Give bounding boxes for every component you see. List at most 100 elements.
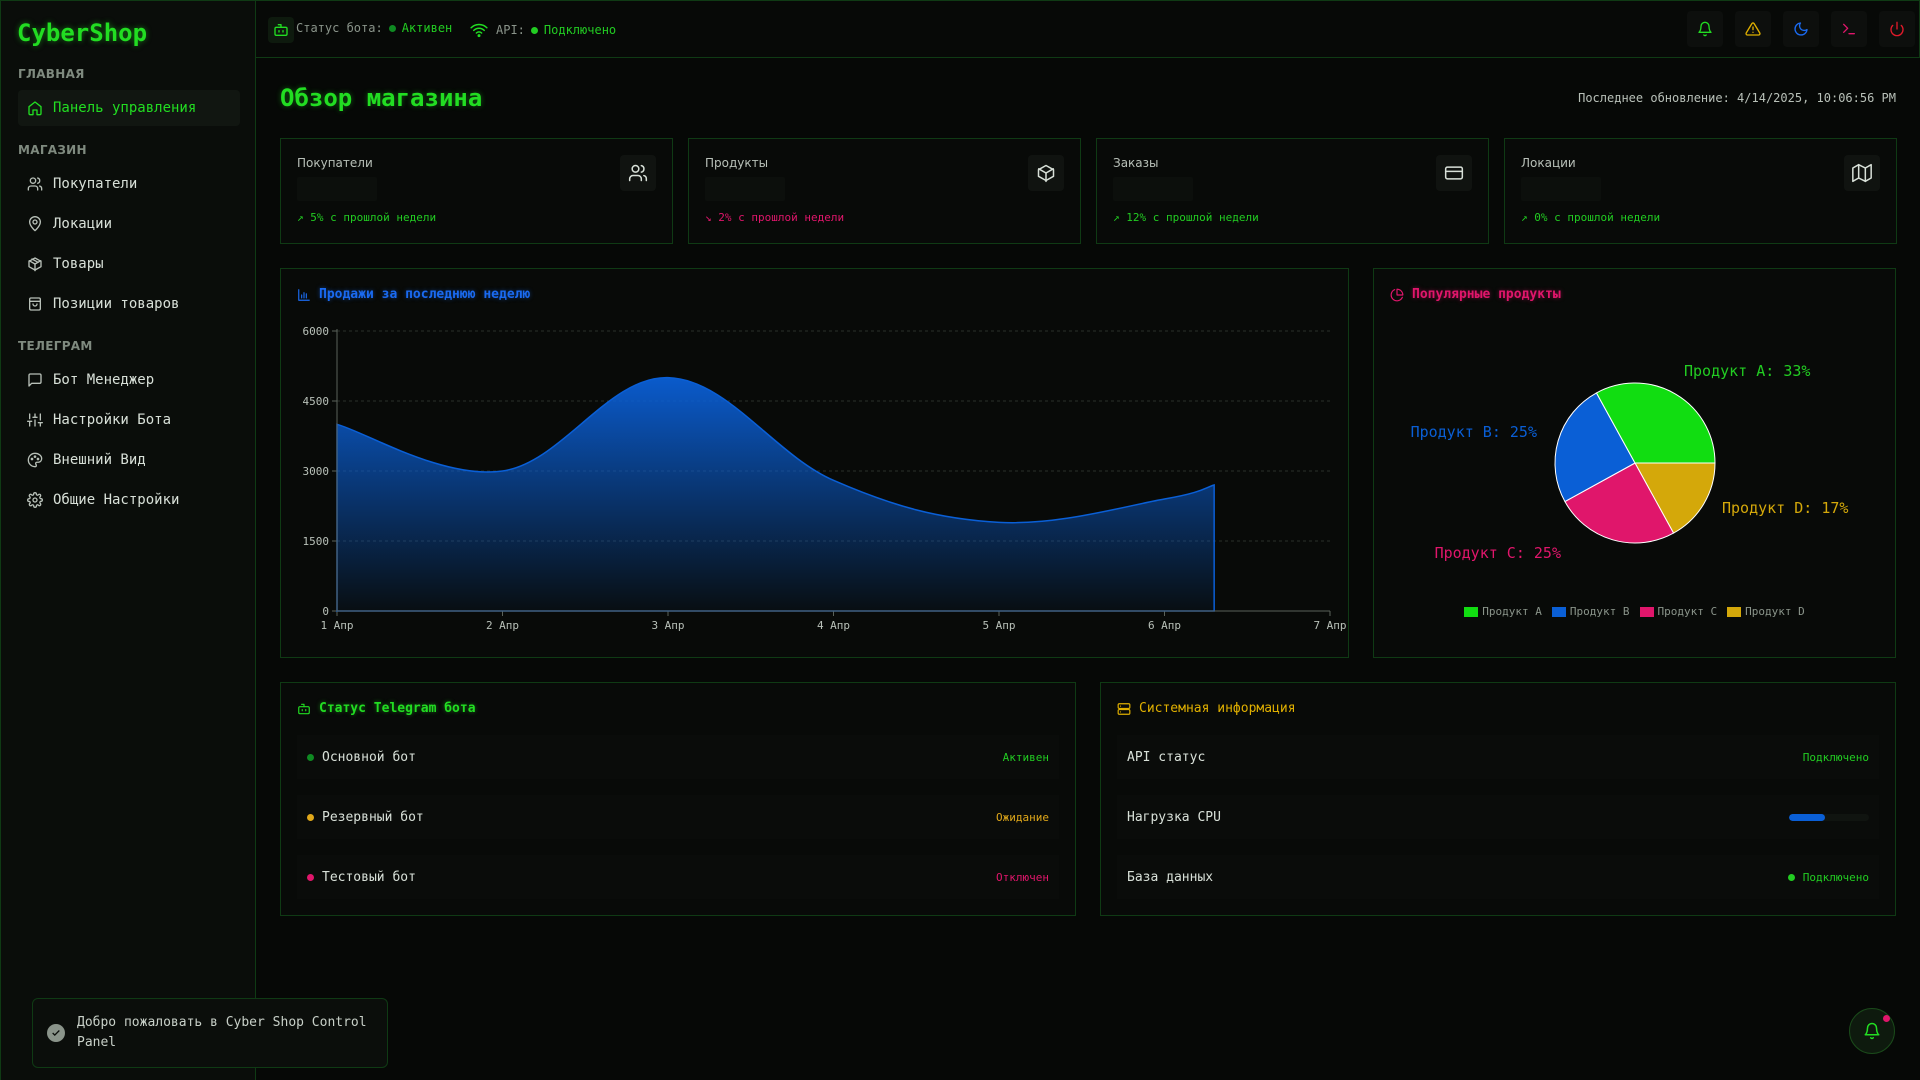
- stat-card-customers[interactable]: Покупатели ↗ 5% с прошлой недели: [280, 138, 673, 244]
- x-tick-label: 7 Апр: [1313, 619, 1346, 632]
- bell-icon: [1864, 1022, 1880, 1040]
- stat-value-placeholder: [705, 177, 785, 201]
- legend-item[interactable]: Продукт D: [1727, 605, 1805, 618]
- check-circle-icon: [47, 1024, 65, 1042]
- sidebar-item-goods[interactable]: Товары: [18, 246, 240, 282]
- arrow-up-right-icon: ↗: [1521, 211, 1535, 224]
- sidebar-section-telegram: ТЕЛЕГРАМ: [18, 339, 93, 353]
- package-icon: [27, 256, 53, 272]
- toast-message: Добро пожаловать в Cyber Shop Control Pa…: [77, 1015, 367, 1050]
- stat-change: ↗ 5% с прошлой недели: [297, 211, 437, 224]
- sidebar-item-appearance[interactable]: Внешний Вид: [18, 442, 240, 478]
- power-button[interactable]: [1879, 11, 1915, 47]
- bot-status: Статус бота: Активен: [296, 21, 452, 35]
- sidebar-item-label: Бот Менеджер: [53, 372, 155, 388]
- sales-area-chart: 0 1500 3000 4500 6000 1 Апр 2 Апр 3 Апр 4 Апр 5 …: [303, 325, 1347, 632]
- arrow-up-right-icon: ↗: [1113, 211, 1127, 224]
- stat-label: Продукты: [705, 156, 769, 170]
- api-status-value: Подключено: [543, 23, 617, 37]
- sidebar-item-dashboard[interactable]: Панель управления: [18, 90, 240, 126]
- theme-toggle-button[interactable]: [1783, 11, 1819, 47]
- legend-swatch: [1639, 606, 1654, 617]
- pie-legend: Продукт A Продукт B Продукт C Продукт D: [1374, 605, 1895, 618]
- sidebar-item-label: Общие Настройки: [53, 492, 180, 508]
- api-status-dot: [530, 26, 538, 34]
- sidebar-item-bot-settings[interactable]: Настройки Бота: [18, 402, 240, 438]
- legend-label: Продукт B: [1569, 605, 1630, 618]
- bot-row-test[interactable]: Тестовый бот Отключен: [297, 855, 1059, 899]
- terminal-button[interactable]: [1831, 11, 1867, 47]
- stat-value-placeholder: [1113, 177, 1193, 201]
- sidebar-item-bot-manager[interactable]: Бот Менеджер: [18, 362, 240, 398]
- server-icon: [1117, 702, 1139, 716]
- x-tick-label: 4 Апр: [817, 619, 850, 632]
- status-badge: Подключено: [1802, 870, 1869, 884]
- bot-row-main[interactable]: Основной бот Активен: [297, 735, 1059, 779]
- last-update-label: Последнее обновление:: [1578, 91, 1730, 105]
- shopping-bag-icon: [27, 296, 53, 312]
- stat-card-orders[interactable]: Заказы ↗ 12% с прошлой недели: [1096, 138, 1489, 244]
- stat-card-products[interactable]: Продукты ↘ 2% с прошлой недели: [688, 138, 1081, 244]
- app-logo[interactable]: CyberShop: [17, 19, 147, 47]
- stat-change: ↘ 2% с прошлой недели: [705, 211, 845, 224]
- credit-card-icon: [1436, 155, 1472, 191]
- legend-item[interactable]: Продукт B: [1551, 605, 1630, 618]
- cpu-progress-bar: [1789, 813, 1869, 821]
- stat-card-locations[interactable]: Локации ↗ 0% с прошлой недели: [1504, 138, 1897, 244]
- sidebar-item-locations[interactable]: Локации: [18, 206, 240, 242]
- status-badge: Ожидание: [996, 810, 1049, 824]
- legend-swatch: [1551, 606, 1566, 617]
- legend-item[interactable]: Продукт C: [1639, 605, 1717, 618]
- floating-notifications-button[interactable]: [1849, 1008, 1895, 1054]
- pie-slice-label: Продукт D: 17%: [1722, 499, 1848, 517]
- notifications-button[interactable]: [1687, 11, 1723, 47]
- sidebar-item-label: Настройки Бота: [53, 412, 172, 428]
- status-dot: [307, 753, 314, 761]
- cpu-progress-fill: [1789, 813, 1825, 821]
- last-update-value: 4/14/2025, 10:06:56 PM: [1737, 91, 1896, 105]
- users-icon: [620, 155, 656, 191]
- bot-icon: [268, 17, 294, 43]
- bot-name: Тестовый бот: [322, 869, 416, 885]
- x-tick-label: 2 Апр: [486, 619, 519, 632]
- map-pin-icon: [27, 216, 53, 232]
- gear-icon: [27, 492, 53, 508]
- sidebar-item-customers[interactable]: Покупатели: [18, 166, 240, 202]
- box-icon: [1028, 155, 1064, 191]
- stat-value-placeholder: [297, 177, 377, 201]
- welcome-toast[interactable]: Добро пожаловать в Cyber Shop Control Pa…: [32, 998, 388, 1068]
- sidebar-section-shop: МАГАЗИН: [18, 143, 87, 157]
- legend-item[interactable]: Продукт A: [1464, 605, 1542, 618]
- telegram-status-panel: Статус Telegram бота Основной бот Активе…: [280, 682, 1076, 916]
- x-tick-label: 6 Апр: [1148, 619, 1181, 632]
- y-tick-label: 3000: [303, 465, 330, 478]
- status-dot: [307, 873, 314, 881]
- sidebar-item-general-settings[interactable]: Общие Настройки: [18, 482, 240, 518]
- sidebar-item-product-positions[interactable]: Позиции товаров: [18, 286, 240, 322]
- system-info-title: Системная информация: [1117, 701, 1296, 716]
- sidebar-item-label: Панель управления: [53, 100, 197, 116]
- top-actions: [1675, 11, 1919, 47]
- map-icon: [1844, 155, 1880, 191]
- stat-value-placeholder: [1521, 177, 1601, 201]
- legend-swatch: [1727, 606, 1742, 617]
- moon-icon: [1794, 22, 1808, 36]
- legend-label: Продукт A: [1482, 605, 1542, 618]
- sidebar-item-label: Позиции товаров: [53, 296, 180, 312]
- bot-name: Резервный бот: [322, 809, 424, 825]
- bot-name: Основной бот: [322, 749, 416, 765]
- arrow-up-right-icon: ↗: [297, 211, 311, 224]
- system-label: API статус: [1127, 749, 1206, 765]
- system-label: Нагрузка CPU: [1127, 809, 1221, 825]
- bot-status-label: Статус бота:: [296, 21, 383, 35]
- last-update: Последнее обновление: 4/14/2025, 10:06:5…: [1578, 91, 1896, 105]
- stat-label: Локации: [1521, 156, 1576, 170]
- bot-row-backup[interactable]: Резервный бот Ожидание: [297, 795, 1059, 839]
- system-row-api: API статус Подключено: [1117, 735, 1879, 779]
- alerts-button[interactable]: [1735, 11, 1771, 47]
- sidebar: CyberShop ГЛАВНАЯ Панель управления МАГА…: [0, 0, 256, 1080]
- pie-slice-label: Продукт C: 25%: [1435, 544, 1561, 562]
- y-tick-label: 6000: [303, 325, 330, 338]
- popular-products-panel: Популярные продукты Продукт A: 33% Продук…: [1373, 268, 1896, 658]
- sales-area: [336, 376, 1215, 612]
